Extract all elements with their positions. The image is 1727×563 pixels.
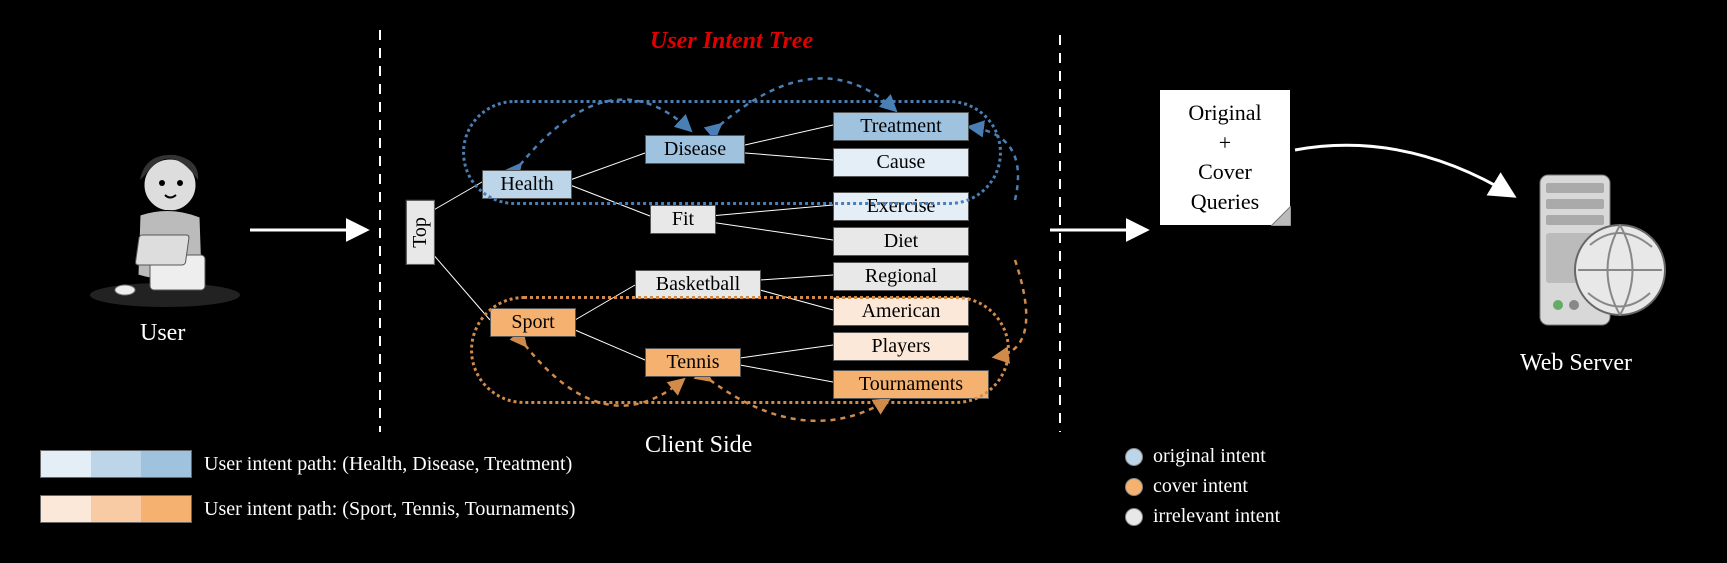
- server-label: Web Server: [1520, 350, 1632, 377]
- note-to-server-arrow: [1290, 140, 1520, 220]
- node-regional: Regional: [833, 262, 969, 291]
- node-players: Players: [833, 332, 969, 361]
- node-american: American: [833, 297, 969, 326]
- node-tournaments: Tournaments: [833, 370, 989, 399]
- tree-root-top: Top: [406, 200, 435, 265]
- node-basketball: Basketball: [635, 270, 761, 299]
- dot-cover-icon: [1125, 478, 1143, 496]
- dot-irrelevant-icon: [1125, 508, 1143, 526]
- legend-left-text1: User intent path: (Health, Disease, Trea…: [204, 453, 572, 476]
- node-sport: Sport: [490, 308, 576, 337]
- user-label: User: [140, 320, 185, 347]
- legend-swatch-blue: [40, 450, 192, 478]
- dot-original-icon: [1125, 448, 1143, 466]
- note-line-plus: +: [1174, 128, 1276, 158]
- legend-left-row2: User intent path: (Sport, Tennis, Tourna…: [40, 495, 575, 523]
- legend-right-cover: cover intent: [1125, 475, 1248, 498]
- legend-right-original: original intent: [1125, 445, 1266, 468]
- server-icon: [1510, 165, 1680, 350]
- legend-right-text-original: original intent: [1153, 445, 1266, 468]
- legend-left-row1: User intent path: (Health, Disease, Trea…: [40, 450, 572, 478]
- note-line-cover: Cover: [1174, 157, 1276, 187]
- legend-left-text2: User intent path: (Sport, Tennis, Tourna…: [204, 498, 575, 521]
- node-fit: Fit: [650, 205, 716, 234]
- legend-right-irrelevant: irrelevant intent: [1125, 505, 1280, 528]
- queries-note: Original + Cover Queries: [1160, 90, 1290, 225]
- node-health: Health: [482, 170, 572, 199]
- node-tennis: Tennis: [645, 348, 741, 377]
- user-icon: [80, 145, 250, 320]
- node-disease: Disease: [645, 135, 745, 164]
- legend-right-text-irrelevant: irrelevant intent: [1153, 505, 1280, 528]
- node-exercise: Exercise: [833, 192, 969, 221]
- note-line-original: Original: [1174, 98, 1276, 128]
- node-cause: Cause: [833, 148, 969, 177]
- note-line-queries: Queries: [1174, 187, 1276, 217]
- legend-right-text-cover: cover intent: [1153, 475, 1248, 498]
- client-side-label: Client Side: [645, 432, 752, 459]
- tree-title: User Intent Tree: [650, 28, 813, 55]
- node-treatment: Treatment: [833, 112, 969, 141]
- legend-swatch-orange: [40, 495, 192, 523]
- node-diet: Diet: [833, 227, 969, 256]
